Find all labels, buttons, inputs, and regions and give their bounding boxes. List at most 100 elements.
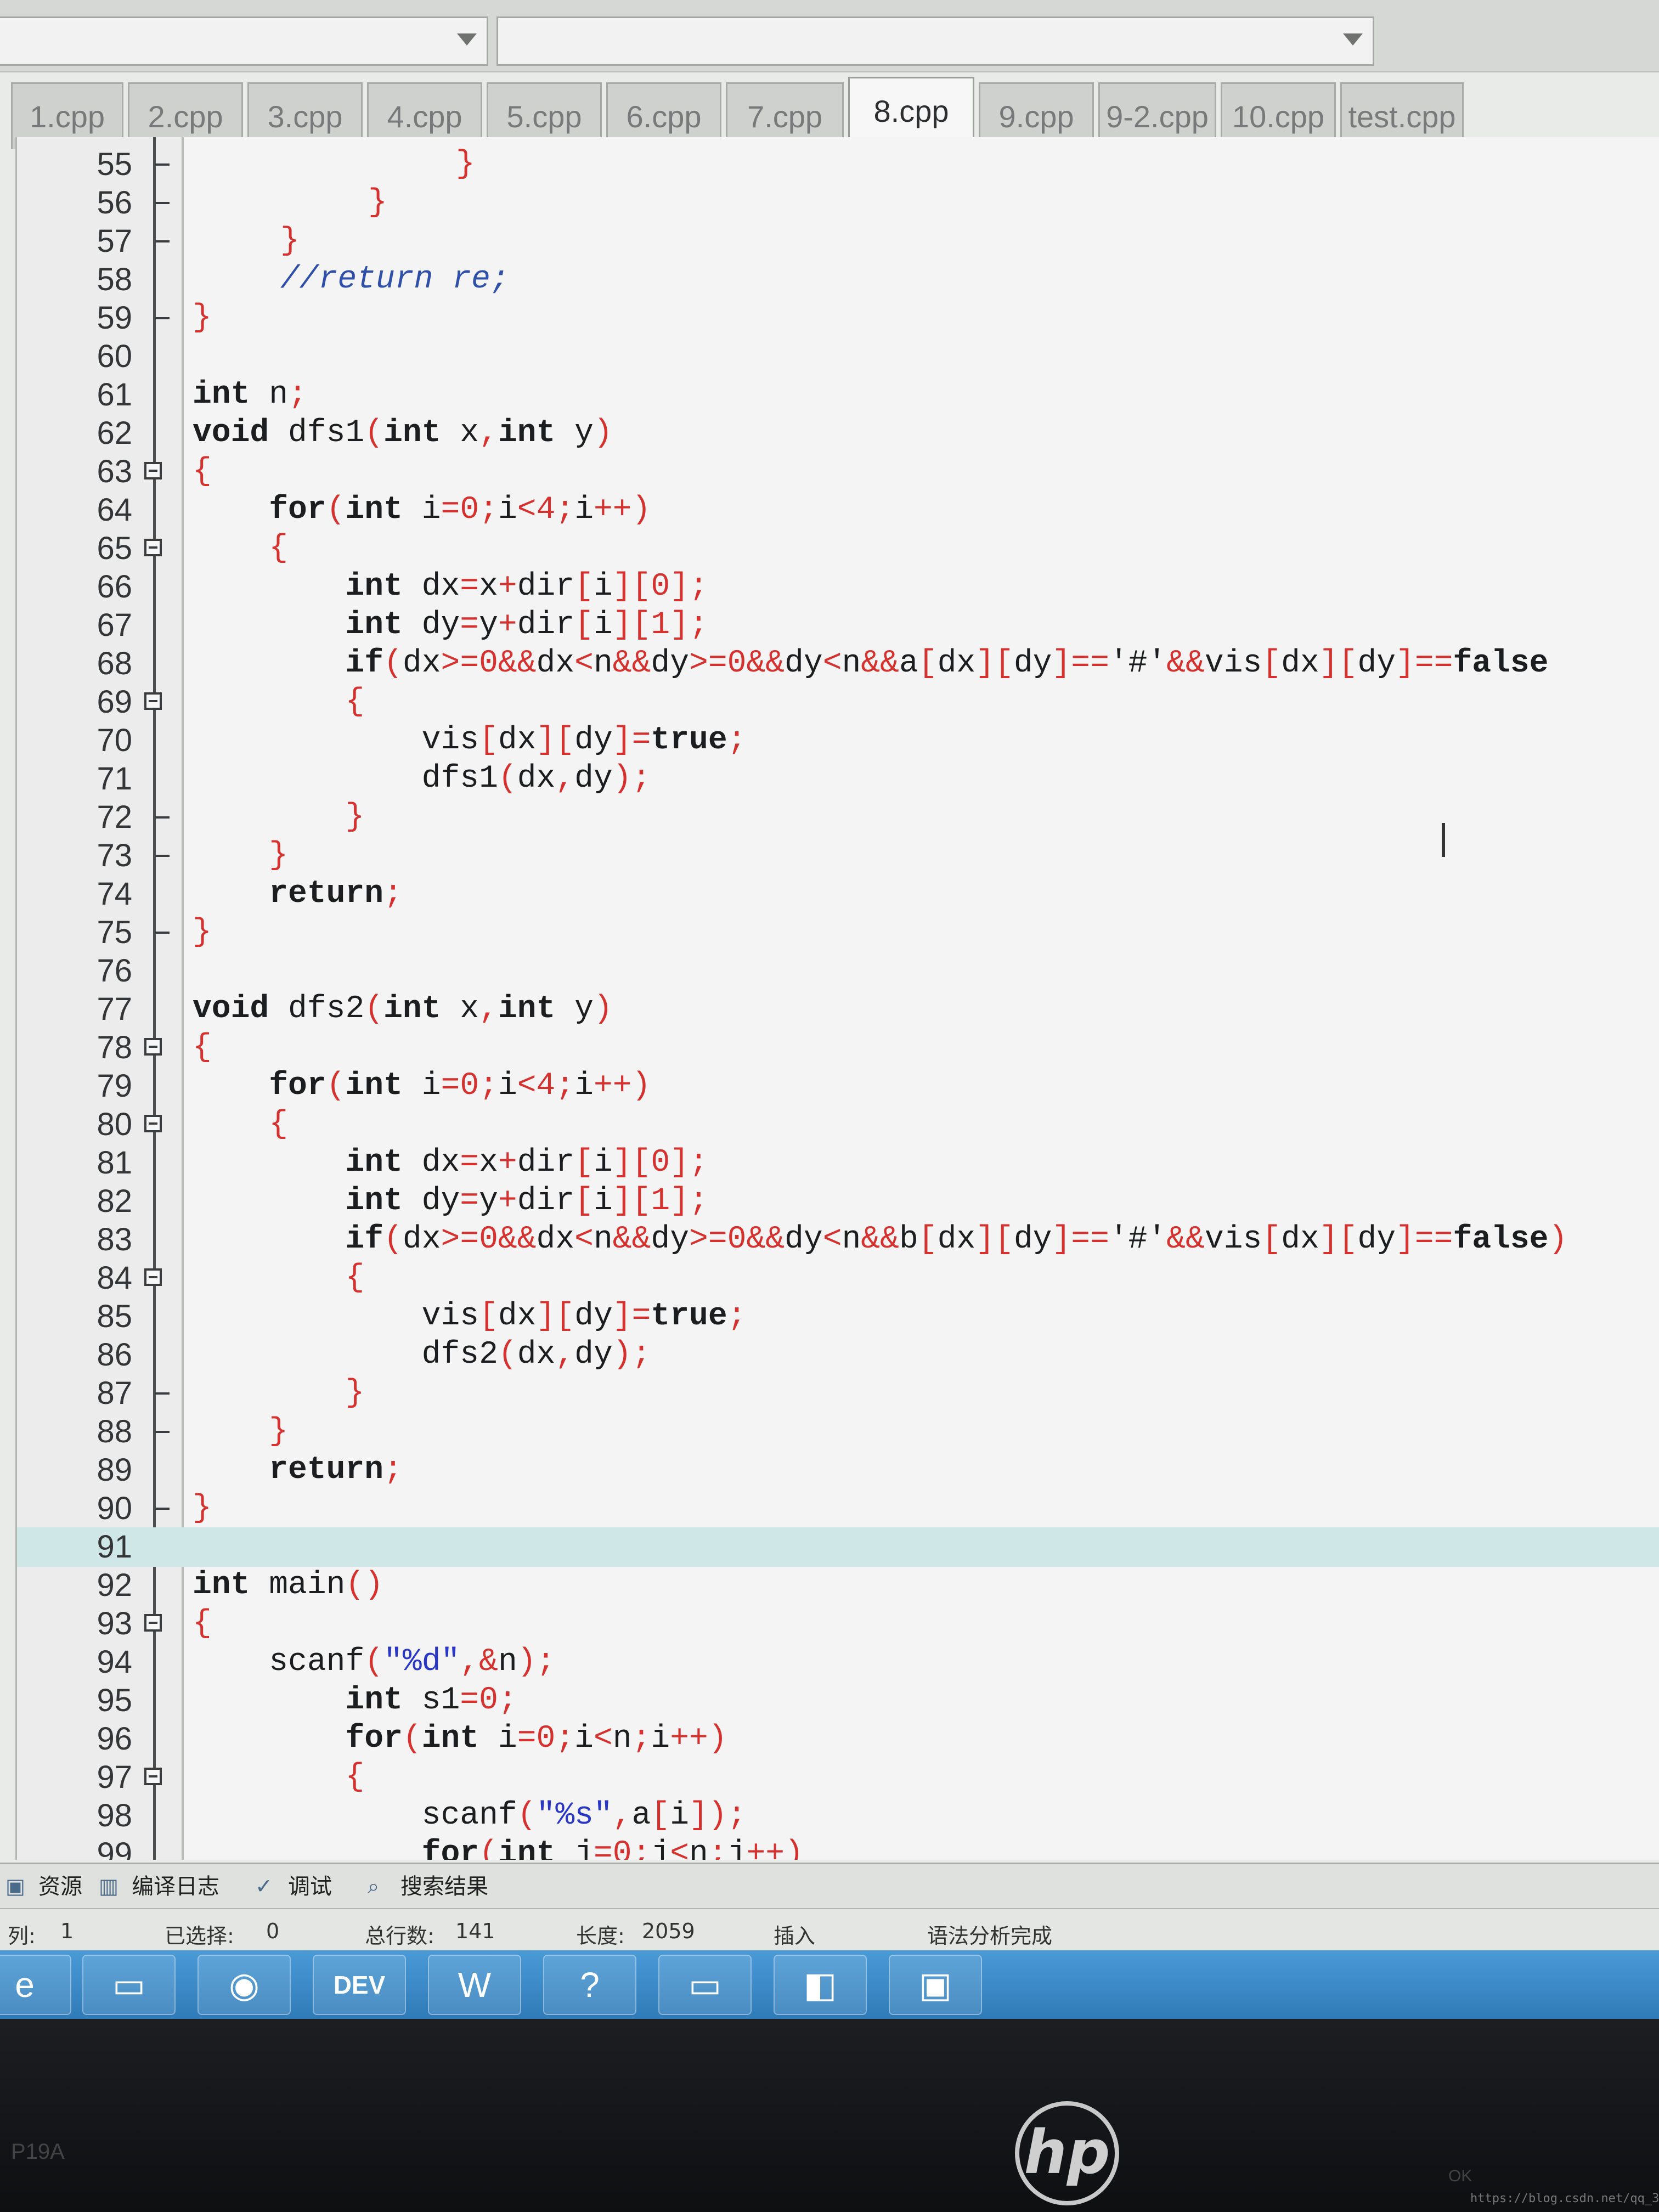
fold-end-marker bbox=[155, 1392, 170, 1395]
line-number: 75 bbox=[97, 915, 132, 950]
code-line[interactable]: 96 for(int i=0;i<n;i++) bbox=[17, 1719, 1659, 1759]
code-line[interactable]: 78 { bbox=[17, 1028, 1659, 1068]
compile-log-icon: ▥ bbox=[99, 1874, 119, 1898]
app-icon[interactable]: ▭ bbox=[658, 1955, 752, 2015]
code-line[interactable]: 73 } bbox=[17, 836, 1659, 876]
code-line[interactable]: 57} bbox=[17, 222, 1659, 261]
code-line[interactable]: 63 { bbox=[17, 452, 1659, 492]
help-icon[interactable]: ? bbox=[543, 1955, 636, 2015]
ie-icon[interactable]: e bbox=[0, 1955, 71, 2015]
code-line[interactable]: 95 int s1=0; bbox=[17, 1681, 1659, 1720]
fold-collapse-icon[interactable] bbox=[144, 692, 162, 710]
code-line[interactable]: 69 { bbox=[17, 682, 1659, 722]
code-line[interactable]: 82 int dy=y+dir[i][1]; bbox=[17, 1182, 1659, 1221]
code-line[interactable]: 97 { bbox=[17, 1758, 1659, 1797]
code-text: scanf("%s",a[i]); bbox=[193, 1798, 747, 1833]
sel-value: 0 bbox=[266, 1919, 280, 1943]
panel-tab-compile-log[interactable]: ▥ 编译日志 bbox=[93, 1870, 244, 1904]
code-line[interactable]: 65 { bbox=[17, 529, 1659, 568]
code-line[interactable]: 59} bbox=[17, 298, 1659, 338]
search-results-icon: ⌕ bbox=[368, 1874, 380, 1898]
code-line[interactable]: 80 { bbox=[17, 1105, 1659, 1144]
code-line[interactable]: 87 } bbox=[17, 1374, 1659, 1413]
code-line[interactable]: 88 } bbox=[17, 1412, 1659, 1452]
code-line[interactable]: 89 return; bbox=[17, 1451, 1659, 1490]
panel-tab-label: 调试 bbox=[288, 1874, 332, 1899]
panel-tab-search-results[interactable]: ⌕ 搜索结果 bbox=[362, 1870, 516, 1904]
fold-collapse-icon[interactable] bbox=[144, 1268, 162, 1286]
code-line[interactable]: 61 int n; bbox=[17, 375, 1659, 415]
code-line[interactable]: 99 for(int j=0;j<n;j++) bbox=[17, 1835, 1659, 1860]
code-line[interactable]: 74 return; bbox=[17, 874, 1659, 914]
class-combo[interactable] bbox=[0, 16, 488, 66]
total-lines-value: 141 bbox=[455, 1919, 495, 1943]
code-line[interactable]: 66 int dx=x+dir[i][0]; bbox=[17, 567, 1659, 607]
code-line[interactable]: 71 dfs1(dx,dy); bbox=[17, 759, 1659, 799]
fold-collapse-icon[interactable] bbox=[144, 1115, 162, 1132]
code-line[interactable]: 85 vis[dx][dy]=true; bbox=[17, 1297, 1659, 1336]
word-icon[interactable]: W bbox=[428, 1955, 521, 2015]
code-line[interactable]: 83 if(dx>=0&&dx<n&&dy>=0&&dy<n&&b[dx][dy… bbox=[17, 1220, 1659, 1260]
code-line[interactable]: 90} bbox=[17, 1489, 1659, 1528]
fold-collapse-icon[interactable] bbox=[144, 1614, 162, 1632]
panel-tab-label: 资源 bbox=[38, 1874, 82, 1899]
panel-tab-debug[interactable]: ✓ 调试 bbox=[250, 1870, 357, 1904]
code-line[interactable]: 55} bbox=[17, 145, 1659, 184]
code-line[interactable]: 72 } bbox=[17, 798, 1659, 837]
code-editor[interactable]: 55} 56} 57} 58//return re; 59} 60 61 int n; 62 vo… bbox=[15, 137, 1659, 1860]
line-number: 55 bbox=[97, 146, 132, 182]
window-icon[interactable]: ▣ bbox=[889, 1955, 982, 2015]
code-line[interactable]: 81 int dx=x+dir[i][0]; bbox=[17, 1143, 1659, 1183]
line-number: 93 bbox=[97, 1606, 132, 1641]
code-line[interactable]: 76 bbox=[17, 951, 1659, 991]
fold-collapse-icon[interactable] bbox=[144, 1768, 162, 1785]
col-value: 1 bbox=[60, 1919, 74, 1943]
watermark: https://blog.csdn.net/qq_32866009 bbox=[1470, 2192, 1659, 2205]
code-line[interactable]: 60 bbox=[17, 337, 1659, 376]
line-number: 91 bbox=[97, 1529, 132, 1565]
code-line[interactable]: 67 int dy=y+dir[i][1]; bbox=[17, 606, 1659, 645]
line-number: 89 bbox=[97, 1452, 132, 1488]
code-line[interactable]: 70 vis[dx][dy]=true; bbox=[17, 721, 1659, 760]
line-number: 70 bbox=[97, 723, 132, 758]
line-number: 96 bbox=[97, 1721, 132, 1757]
line-number: 60 bbox=[97, 338, 132, 374]
code-line[interactable]: 91 bbox=[17, 1527, 1659, 1567]
fold-collapse-icon[interactable] bbox=[144, 462, 162, 479]
file-explorer-icon[interactable]: ▭ bbox=[82, 1955, 176, 2015]
notepad-icon[interactable]: ◧ bbox=[774, 1955, 867, 2015]
code-line[interactable]: 93 { bbox=[17, 1604, 1659, 1644]
line-number: 99 bbox=[97, 1836, 132, 1860]
code-line[interactable]: 77 void dfs2(int x,int y) bbox=[17, 990, 1659, 1029]
line-number: 74 bbox=[97, 876, 132, 912]
code-text: { bbox=[193, 454, 212, 489]
fold-collapse-icon[interactable] bbox=[144, 539, 162, 556]
chrome-icon[interactable]: ◉ bbox=[198, 1955, 291, 2015]
ide-window: 1.cpp 2.cpp 3.cpp 4.cpp 5.cpp 6.cpp 7.cpp 8.cpp… bbox=[0, 0, 1659, 2019]
code-text: for(int i=0;i<n;i++) bbox=[345, 1721, 727, 1757]
line-number: 67 bbox=[97, 607, 132, 643]
line-number: 95 bbox=[97, 1683, 132, 1718]
code-line[interactable]: 94 scanf("%d",&n); bbox=[17, 1643, 1659, 1682]
line-number: 72 bbox=[97, 799, 132, 835]
fold-collapse-icon[interactable] bbox=[144, 1038, 162, 1056]
code-line[interactable]: 58 //return re; bbox=[17, 260, 1659, 300]
code-line[interactable]: 64 for(int i=0;i<4;i++) bbox=[17, 490, 1659, 530]
code-line[interactable]: 62 void dfs1(int x,int y) bbox=[17, 414, 1659, 453]
code-line[interactable]: 98 scanf("%s",a[i]); bbox=[17, 1796, 1659, 1836]
code-line[interactable]: 68 if(dx>=0&&dx<n&&dy>=0&&dy<n&&a[dx][dy… bbox=[17, 644, 1659, 684]
code-line[interactable]: 92 int main() bbox=[17, 1566, 1659, 1605]
member-combo[interactable] bbox=[496, 16, 1374, 66]
code-line[interactable]: 79 for(int i=0;i<4;i++) bbox=[17, 1066, 1659, 1106]
line-number: 78 bbox=[97, 1030, 132, 1065]
code-text: } bbox=[193, 1491, 212, 1526]
devcpp-icon[interactable]: DEV bbox=[313, 1955, 406, 2015]
fold-end-marker bbox=[155, 202, 170, 204]
code-line[interactable]: 56} bbox=[17, 183, 1659, 223]
panel-tab-resources[interactable]: ▣ 资源 bbox=[0, 1870, 88, 1904]
code-text: if(dx>=0&&dx<n&&dy>=0&&dy<n&&a[dx][dy]==… bbox=[345, 646, 1549, 681]
code-line[interactable]: 84 { bbox=[17, 1259, 1659, 1298]
code-text: { bbox=[269, 531, 289, 566]
code-line[interactable]: 86 dfs2(dx,dy); bbox=[17, 1335, 1659, 1375]
code-line[interactable]: 75} bbox=[17, 913, 1659, 952]
